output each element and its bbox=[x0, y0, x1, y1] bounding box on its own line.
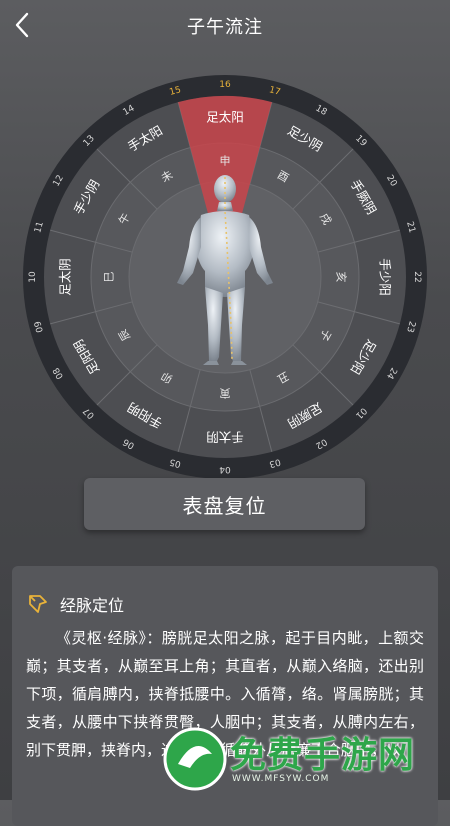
card-title: 经脉定位 bbox=[60, 596, 125, 615]
reset-dial-button[interactable]: 表盘复位 bbox=[84, 478, 365, 530]
watermark-text: 免费手游网 bbox=[230, 735, 416, 776]
hour-label: 10 bbox=[28, 271, 38, 283]
meridian-label: 手太阴 bbox=[206, 430, 244, 445]
top-bar: 子午流注 bbox=[0, 0, 450, 52]
watermark-url: WWW.MFSYW.COM bbox=[232, 774, 330, 784]
branch-label: 亥 bbox=[335, 272, 349, 283]
card-header: 经脉定位 bbox=[26, 592, 124, 616]
hour-label: 04 bbox=[219, 464, 231, 474]
branch-label: 寅 bbox=[220, 387, 231, 401]
hour-label: 16 bbox=[219, 80, 231, 90]
pin-icon bbox=[29, 595, 47, 613]
branch-label: 申 bbox=[220, 155, 231, 168]
meridian-label: 足太阳 bbox=[206, 110, 244, 125]
meridian-label: 足太阴 bbox=[58, 258, 73, 296]
branch-label: 巳 bbox=[103, 272, 116, 283]
meridian-clock-dial[interactable]: 1516171819202122232401020304050607080910… bbox=[23, 75, 427, 479]
meridian-label: 手少阳 bbox=[378, 258, 393, 296]
hour-label: 22 bbox=[412, 271, 422, 282]
page-title: 子午流注 bbox=[187, 17, 263, 38]
watermark-logo-icon bbox=[163, 727, 227, 791]
watermark: 免费手游网 WWW.MFSYW.COM bbox=[158, 722, 446, 800]
